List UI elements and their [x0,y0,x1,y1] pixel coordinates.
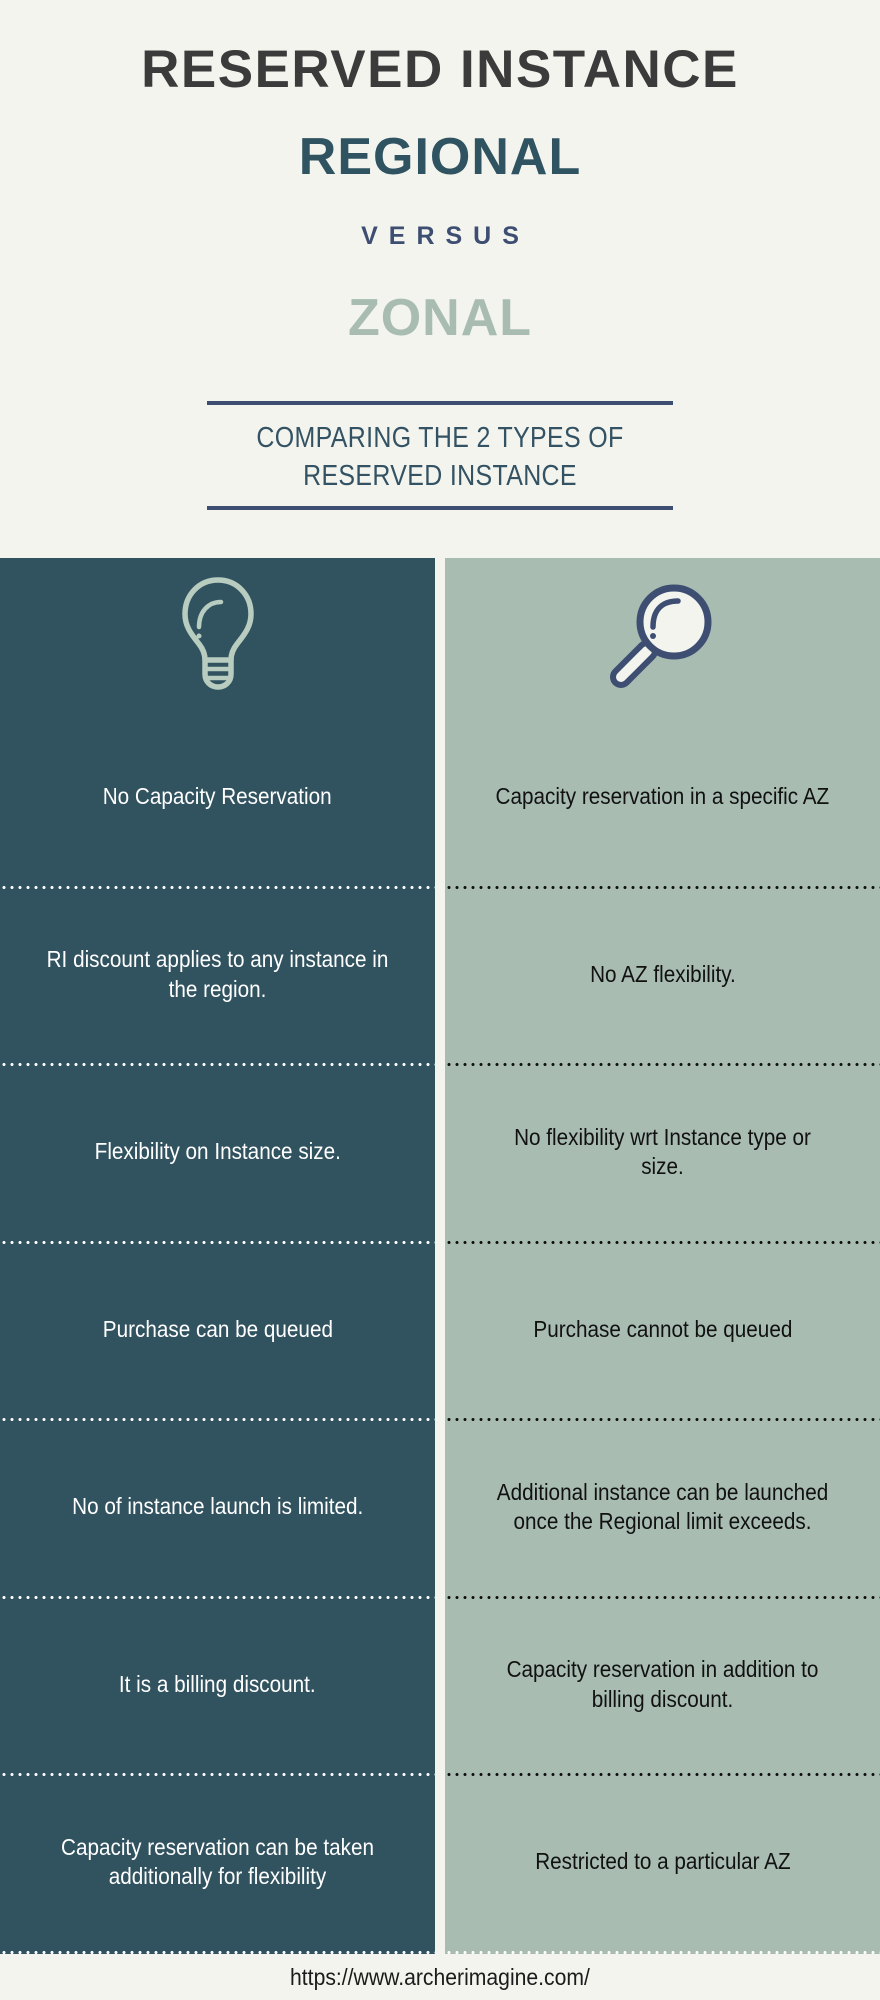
comparison-section: No Capacity Reservation RI discount appl… [0,558,880,1954]
divider-bottom [207,506,673,511]
row-text: No of instance launch is limited. [71,1493,364,1520]
subtitle-text: COMPARING THE 2 TYPES OF RESERVED INSTAN… [256,421,624,493]
zonal-rows: Capacity reservation in a specific AZ No… [445,708,880,1954]
row-text: Purchase can be queued [102,1315,333,1342]
title-versus: VERSUS [361,222,530,251]
subtitle-block: COMPARING THE 2 TYPES OF RESERVED INSTAN… [207,400,673,511]
row-text: No AZ flexibility. [589,960,736,987]
row-text: Capacity reservation can be taken additi… [60,1833,374,1890]
table-row: RI discount applies to any instance in t… [0,885,435,1064]
table-row: Purchase can be queued [0,1240,435,1419]
table-row: No Capacity Reservation [0,708,435,886]
row-text: No Capacity Reservation [103,783,332,810]
table-row: It is a billing discount. [0,1595,435,1774]
row-text: Restricted to a particular AZ [534,1848,791,1875]
table-row: Flexibility on Instance size. [0,1063,435,1241]
row-text: Capacity reservation in addition to bill… [506,1656,819,1712]
infographic-page: RESERVED INSTANCE REGIONAL VERSUS ZONAL … [0,0,880,2000]
table-row: Purchase cannot be queued [445,1240,880,1419]
title-regional: REGIONAL [298,127,582,186]
table-row: No flexibility wrt Instance type or size… [445,1063,880,1241]
row-text: Purchase cannot be queued [533,1315,792,1342]
row-text: RI discount applies to any instance in t… [46,946,389,1002]
zonal-column: Capacity reservation in a specific AZ No… [445,558,880,1954]
footer-url[interactable]: https://www.archerimagine.com/ [290,1964,590,1991]
table-row: Additional instance can be launched once… [445,1418,880,1596]
row-text: No flexibility wrt Instance type or size… [514,1123,811,1180]
magnifier-icon [445,558,880,708]
page-title: RESERVED INSTANCE [141,40,739,99]
row-text: Capacity reservation in a specific AZ [495,783,830,810]
footer: https://www.archerimagine.com/ [0,1954,880,2000]
table-row: Capacity reservation in a specific AZ [445,708,880,886]
table-row: No of instance launch is limited. [0,1418,435,1596]
row-text: Flexibility on Instance size. [94,1138,341,1165]
table-row: No AZ flexibility. [445,885,880,1064]
title-zonal: ZONAL [347,289,533,348]
regional-column: No Capacity Reservation RI discount appl… [0,558,435,1954]
table-row: Capacity reservation can be taken additi… [0,1773,435,1951]
row-text: Additional instance can be launched once… [496,1478,829,1535]
header-section: RESERVED INSTANCE REGIONAL VERSUS ZONAL … [0,0,880,511]
table-row: Capacity reservation in addition to bill… [445,1595,880,1774]
regional-rows: No Capacity Reservation RI discount appl… [0,708,435,1954]
lightbulb-icon [0,558,435,708]
table-row: Restricted to a particular AZ [445,1773,880,1951]
row-text: It is a billing discount. [119,1670,316,1697]
